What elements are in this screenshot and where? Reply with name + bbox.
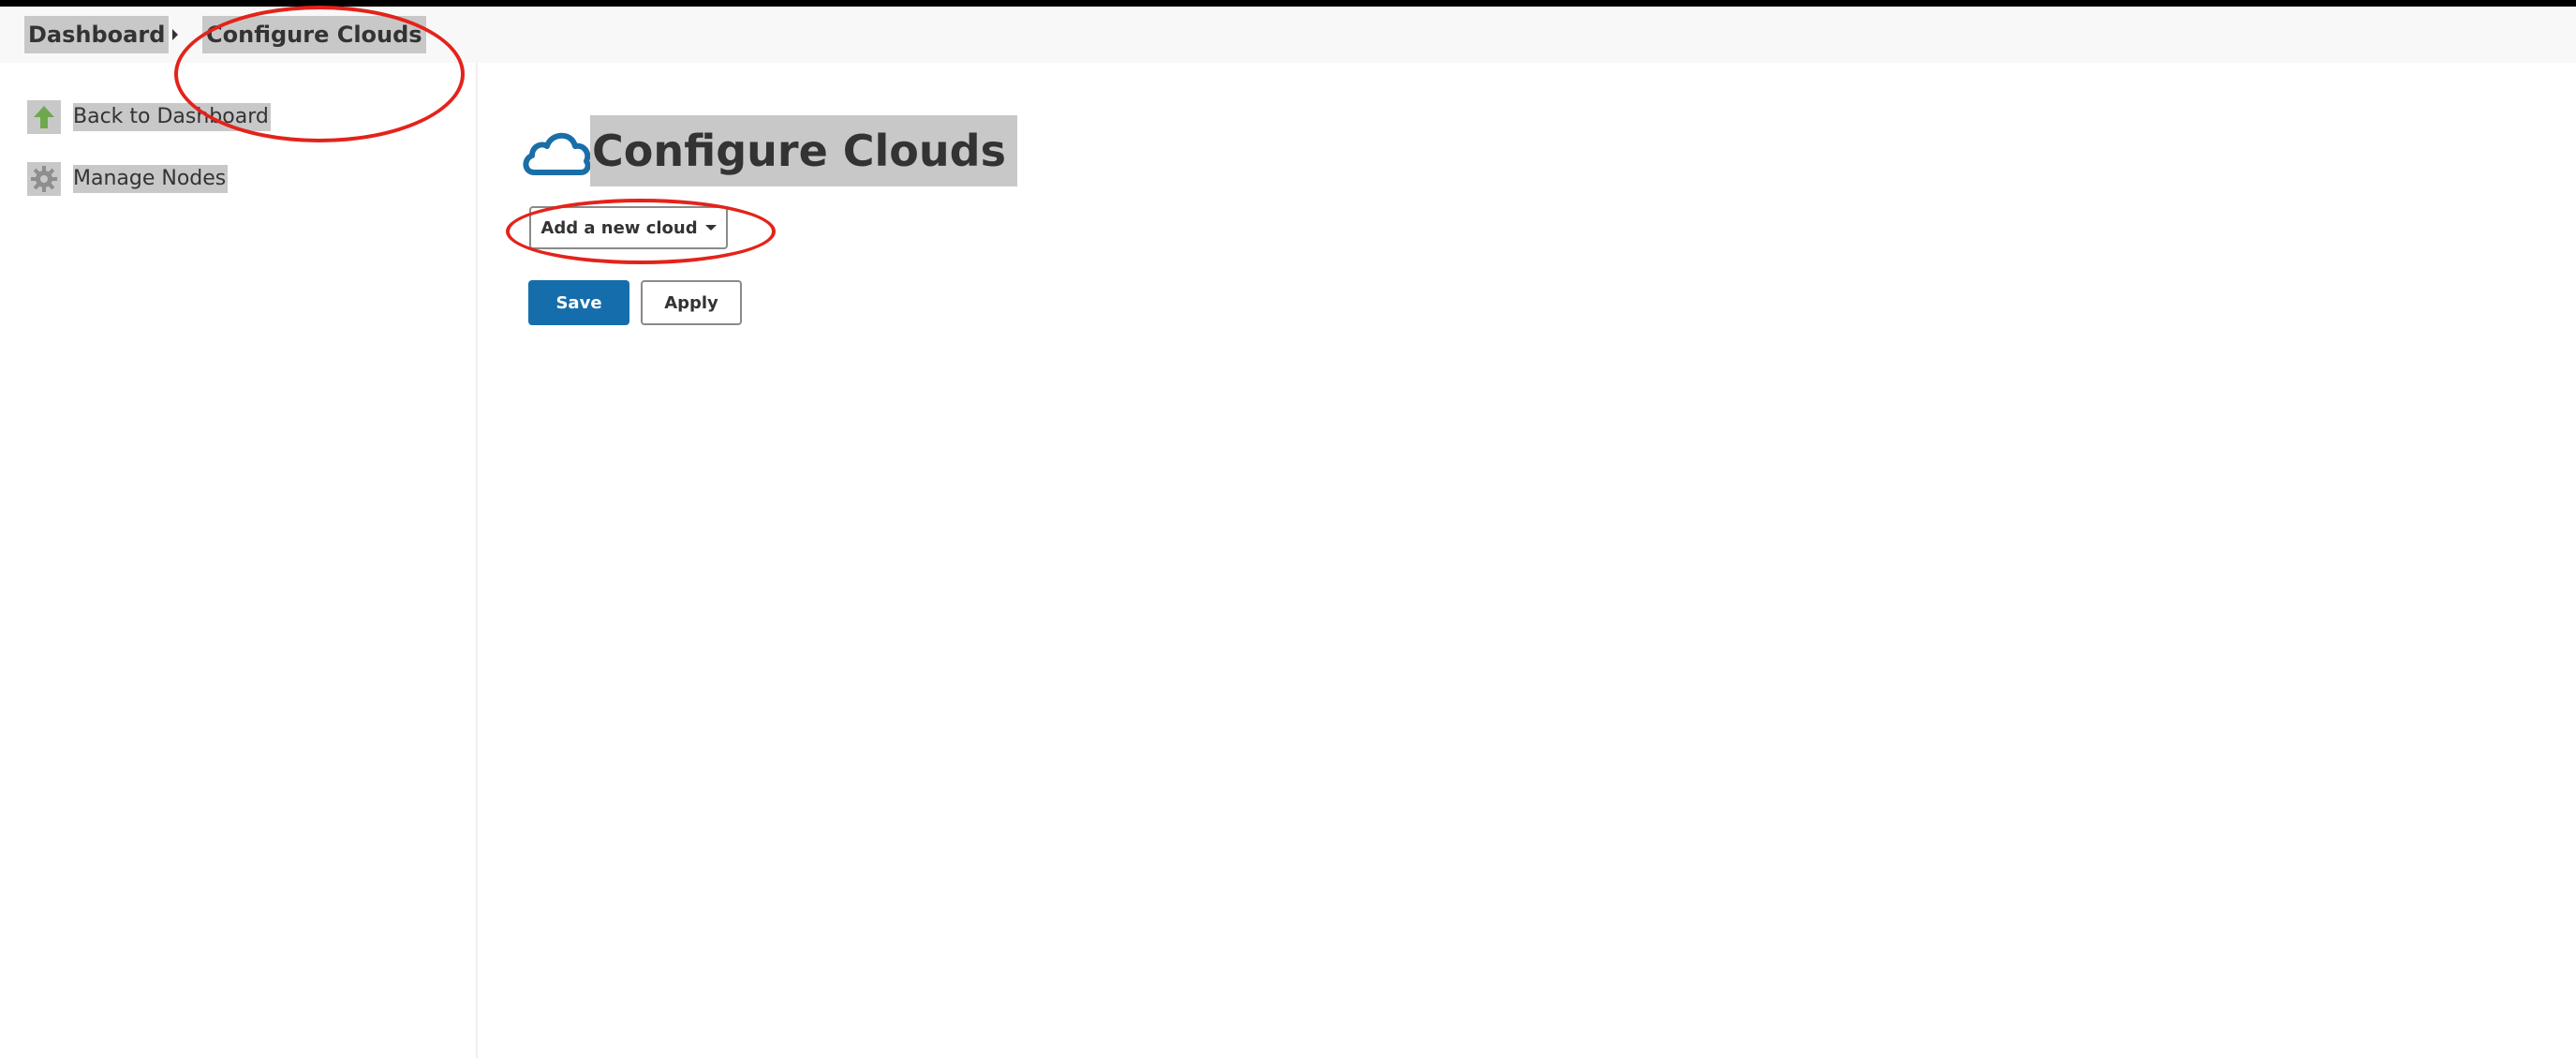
caret-down-icon [704,225,717,231]
add-new-cloud-label: Add a new cloud [540,217,698,238]
sidebar: Back to Dashboard Manage Nodes [0,63,478,1058]
apply-button[interactable]: Apply [641,280,742,325]
save-button[interactable]: Save [528,280,629,325]
sidebar-item-label[interactable]: Manage Nodes [73,165,229,193]
breadcrumb-dashboard[interactable]: Dashboard [24,16,170,53]
sidebar-item-manage-nodes[interactable]: Manage Nodes [27,160,229,198]
breadcrumb-chevron-icon[interactable] [172,29,178,40]
add-new-cloud-button[interactable]: Add a new cloud [529,206,728,249]
gear-icon [27,162,61,196]
cloud-icon [521,127,592,178]
sidebar-item-label[interactable]: Back to Dashboard [73,103,271,131]
up-arrow-icon [27,100,61,134]
top-bar [0,0,2576,7]
page-title: Configure Clouds [590,115,1017,186]
breadcrumb-configure-clouds[interactable]: Configure Clouds [202,16,426,53]
sidebar-item-back-to-dashboard[interactable]: Back to Dashboard [27,98,271,136]
